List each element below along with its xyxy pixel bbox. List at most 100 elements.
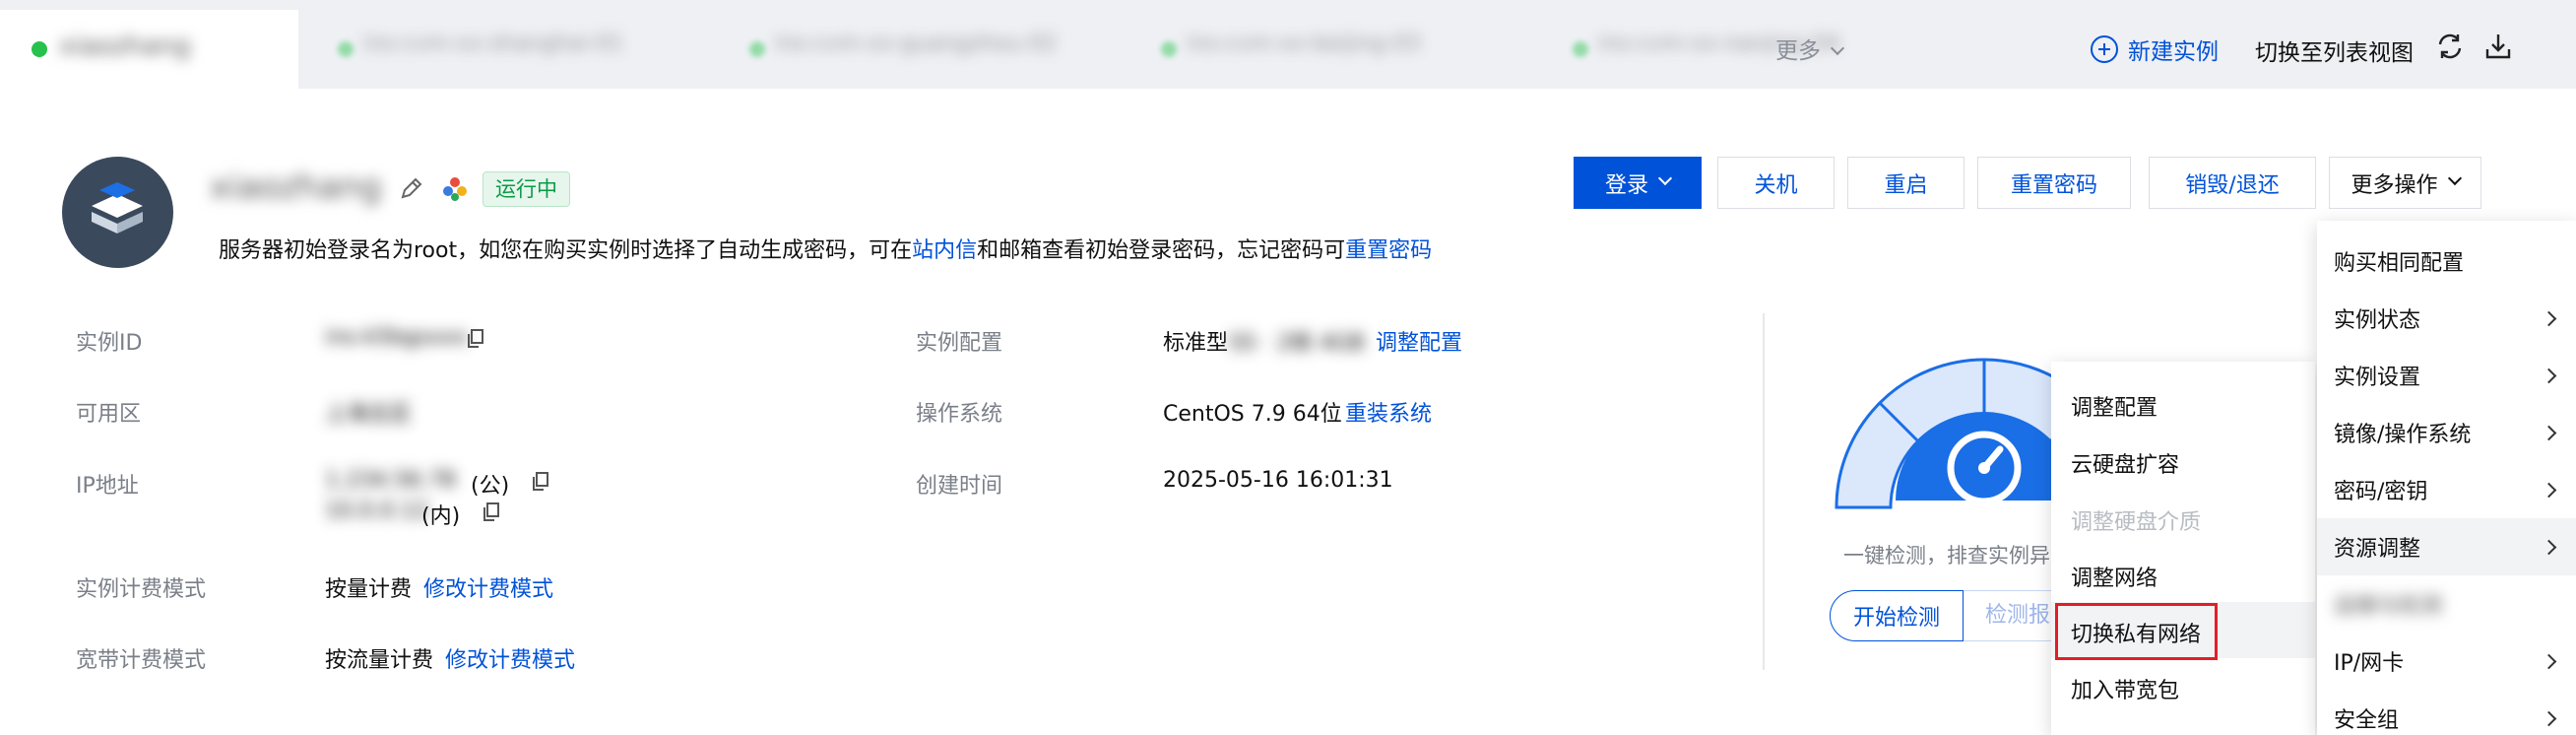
private-ip-suffix: (内) <box>421 504 461 529</box>
submenu-item-disk-expand[interactable]: 云硬盘扩容 <box>2071 447 2179 479</box>
menu-item-security-group[interactable]: 安全组 <box>2334 690 2576 735</box>
running-status-dot <box>32 41 47 57</box>
public-ip-suffix: (公) <box>471 474 510 499</box>
edit-pencil-icon[interactable] <box>399 175 424 201</box>
notice-text: 和邮箱查看初始登录密码，忘记密码可 <box>977 238 1346 263</box>
instance-config-spec: S5 · 2核 4GB <box>1229 331 1366 356</box>
submenu-item-adjust-config[interactable]: 调整配置 <box>2071 390 2157 422</box>
running-status-dot <box>749 41 765 57</box>
copy-icon[interactable] <box>532 472 549 492</box>
tag-icon[interactable] <box>441 175 469 203</box>
menu-item-label: 购买相同配置 <box>2334 251 2465 276</box>
created-time-label: 创建时间 <box>916 474 1003 499</box>
running-status-dot <box>1573 41 1588 57</box>
zone-value: 上海五区 <box>325 402 413 427</box>
instance-tab[interactable]: ins-cvm-xx-shanghai-01 <box>328 12 702 89</box>
menu-item-password-key[interactable]: 密码/密钥 <box>2334 461 2576 518</box>
start-check-button[interactable]: 开始检测 <box>1830 590 1964 641</box>
login-notice: 服务器初始登录名为root，如您在购买实例时选择了自动生成密码，可在站内信和邮箱… <box>219 233 1432 264</box>
more-actions-label: 更多操作 <box>2351 172 2438 198</box>
os-value: CentOS 7.9 64位 <box>1163 402 1342 427</box>
new-instance-button[interactable]: 新建实例 <box>2091 33 2219 66</box>
chevron-right-icon <box>2541 539 2557 555</box>
destroy-button[interactable]: 销毁/退还 <box>2149 157 2316 209</box>
menu-item-label: 实例设置 <box>2334 366 2421 390</box>
instance-avatar <box>62 157 173 268</box>
chevron-right-icon <box>2541 368 2557 383</box>
health-check-description: 一键检测，排查实例异 <box>1843 544 2050 568</box>
tab-instance-name: ins-cvm-xx-guangzhou-02 <box>775 32 1058 56</box>
submenu-item-adjust-disk-media: 调整硬盘介质 <box>2071 510 2202 535</box>
submenu-item-adjust-network[interactable]: 调整网络 <box>2071 561 2157 592</box>
adjust-config-link[interactable]: 调整配置 <box>1376 325 1462 357</box>
menu-item-label: 安全组 <box>2334 708 2400 733</box>
reboot-button[interactable]: 重启 <box>1847 157 1964 209</box>
menu-item-buy-same-config[interactable]: 购买相同配置 <box>2334 233 2576 290</box>
public-ip-value: 1.234.56.78 <box>325 468 456 493</box>
new-instance-label: 新建实例 <box>2128 39 2219 65</box>
column-divider <box>1763 313 1765 670</box>
plus-circle-icon <box>2091 35 2118 63</box>
bandwidth-billing-label: 宽带计费模式 <box>76 648 207 673</box>
instance-tab-active[interactable]: xiaozhang <box>0 10 298 89</box>
modify-bandwidth-billing-link[interactable]: 修改计费模式 <box>445 642 575 674</box>
menu-item-label: 密码/密钥 <box>2334 480 2428 504</box>
more-actions-button[interactable]: 更多操作 <box>2329 157 2481 209</box>
reset-password-button[interactable]: 重置密码 <box>1977 157 2131 209</box>
tab-instance-name: xiaozhang <box>59 32 191 61</box>
instance-id-label: 实例ID <box>76 331 143 356</box>
server-icon <box>92 182 143 234</box>
chevron-down-icon <box>1657 170 1673 185</box>
created-time-value: 2025-05-16 16:01:31 <box>1163 468 1393 493</box>
billing-mode-label: 实例计费模式 <box>76 577 207 602</box>
login-button-label: 登录 <box>1604 172 1648 198</box>
reset-password-link[interactable]: 重置密码 <box>1345 238 1432 263</box>
instance-tab[interactable]: ins-cvm-xx-guangzhou-02 <box>740 12 1114 89</box>
more-tabs-dropdown[interactable]: 更多 <box>1775 32 1845 65</box>
reinstall-os-link[interactable]: 重装系统 <box>1345 396 1432 428</box>
more-actions-menu: 购买相同配置 实例状态 实例设置 镜像/操作系统 密码/密钥 资源调整 运维与检… <box>2317 221 2576 735</box>
chevron-right-icon <box>2541 425 2557 440</box>
login-button[interactable]: 登录 <box>1574 157 1702 209</box>
menu-item-instance-settings[interactable]: 实例设置 <box>2334 347 2576 404</box>
site-message-link[interactable]: 站内信 <box>912 238 977 263</box>
status-badge: 运行中 <box>483 171 570 207</box>
zone-label: 可用区 <box>76 402 142 427</box>
running-status-dot <box>338 41 354 57</box>
copy-icon[interactable] <box>467 329 484 349</box>
chevron-right-icon <box>2541 482 2557 498</box>
menu-item-label: 资源调整 <box>2334 537 2421 562</box>
notice-text: 服务器初始登录名为root，如您在购买实例时选择了自动生成密码，可在 <box>219 238 913 263</box>
resource-adjust-submenu: 调整配置 云硬盘扩容 调整硬盘介质 调整网络 切换私有网络 加入带宽包 <box>2051 362 2315 735</box>
private-ip-value: 10.0.0.12 <box>325 499 428 523</box>
instance-tab[interactable]: ins-cvm-xx-beijing-03 <box>1151 12 1525 89</box>
tab-instance-name: ins-cvm-xx-shanghai-01 <box>363 32 624 56</box>
menu-item-instance-status[interactable]: 实例状态 <box>2334 290 2576 347</box>
chevron-right-icon <box>2541 653 2557 669</box>
tab-instance-name: ins-cvm-xx-beijing-03 <box>1187 32 1421 56</box>
submenu-item-join-bandwidth-package[interactable]: 加入带宽包 <box>2071 673 2179 704</box>
instance-name: xiaozhang <box>210 167 382 207</box>
instance-tab[interactable]: ins-cvm-xx-nanjing-04 <box>1563 12 1839 89</box>
chevron-down-icon <box>1830 40 1845 56</box>
chevron-down-icon <box>2447 170 2462 185</box>
os-label: 操作系统 <box>916 402 1003 427</box>
copy-icon[interactable] <box>483 502 500 522</box>
shutdown-button[interactable]: 关机 <box>1717 157 1835 209</box>
menu-item-image-os[interactable]: 镜像/操作系统 <box>2334 404 2576 461</box>
highlight-box <box>2055 603 2218 660</box>
bandwidth-billing-value: 按流量计费 <box>325 648 434 673</box>
menu-item-label: 实例状态 <box>2334 308 2421 333</box>
instance-config-value: 标准型 <box>1163 331 1229 356</box>
instance-id-value: ins-k5bgsxxx <box>325 325 468 350</box>
menu-item-label: 镜像/操作系统 <box>2334 423 2472 447</box>
download-icon[interactable] <box>2483 32 2513 61</box>
switch-list-view-button[interactable]: 切换至列表视图 <box>2255 33 2414 67</box>
instance-config-label: 实例配置 <box>916 331 1003 356</box>
menu-item-blurred[interactable]: 运维与检测 <box>2334 575 2576 633</box>
menu-item-ip-nic[interactable]: IP/网卡 <box>2334 633 2576 690</box>
menu-item-label: IP/网卡 <box>2334 651 2405 676</box>
menu-item-resource-adjust[interactable]: 资源调整 <box>2334 518 2576 575</box>
refresh-icon[interactable] <box>2435 32 2465 61</box>
modify-billing-link[interactable]: 修改计费模式 <box>423 571 553 603</box>
